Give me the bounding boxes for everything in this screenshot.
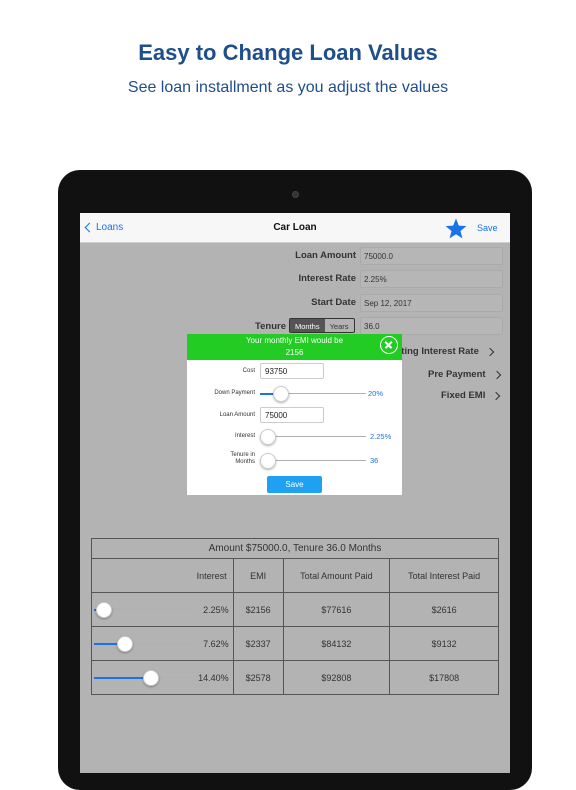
table-caption: Amount $75000.0, Tenure 36.0 Months: [91, 538, 499, 559]
tenure-years-option[interactable]: Years: [325, 319, 354, 332]
interest-label: Interest: [234, 433, 255, 439]
start-date-field[interactable]: Sep 12, 2017: [360, 294, 503, 312]
tenure-months-option[interactable]: Months: [290, 319, 325, 332]
table-row: 2.25% $2156 $77616 $2616: [91, 592, 499, 627]
navigation-bar: Loans Car Loan Save: [80, 213, 510, 243]
total-paid-cell: $77616: [282, 592, 391, 627]
down-payment-label: Down Payment: [214, 390, 255, 396]
chevron-right-icon: [492, 370, 501, 379]
cost-input[interactable]: 93750: [260, 363, 324, 379]
row-interest-slider[interactable]: [94, 670, 192, 686]
row-interest-slider[interactable]: [94, 636, 192, 652]
total-interest-cell: $2616: [389, 592, 499, 627]
cost-label: Cost: [242, 368, 255, 374]
floating-interest-rate-item[interactable]: ating Interest Rate: [396, 346, 495, 357]
interest-value: 2.25%: [370, 432, 392, 441]
interest-cell: 7.62%: [91, 626, 234, 661]
floating-interest-rate-label: ating Interest Rate: [396, 346, 479, 357]
header-interest: Interest: [91, 558, 234, 593]
fixed-emi-label: Fixed EMI: [441, 390, 486, 401]
emi-message: Your monthly EMI would be: [245, 336, 344, 345]
fixed-emi-item[interactable]: Fixed EMI: [441, 390, 501, 401]
table-row: 7.62% $2337 $84132 $9132: [91, 626, 499, 661]
emi-calculator-popup: Your monthly EMI would be 2156 Cost 9375…: [187, 334, 402, 495]
tenure-months-label: Tenure in Months: [230, 452, 255, 465]
comparison-table: Amount $75000.0, Tenure 36.0 Months Inte…: [91, 538, 499, 695]
popup-save-button[interactable]: Save: [267, 476, 322, 493]
slider-thumb[interactable]: [143, 670, 159, 686]
promo-subtitle: See loan installment as you adjust the v…: [127, 79, 449, 96]
tenure-label: Tenure: [255, 321, 286, 332]
interest-cell: 14.40%: [91, 660, 234, 695]
emi-cell: $2578: [232, 660, 284, 695]
app-screen: Loans Car Loan Save Loan Amount 75000.0 …: [80, 213, 510, 773]
down-payment-value: 20%: [368, 389, 384, 398]
pre-payment-item[interactable]: Pre Payment: [428, 369, 501, 380]
emi-amount: 2156: [285, 348, 304, 357]
tenure-field[interactable]: 36.0: [360, 317, 503, 335]
slider-thumb[interactable]: [273, 386, 289, 402]
promo-title: Easy to Change Loan Values: [138, 40, 438, 65]
star-icon[interactable]: [444, 217, 468, 241]
chevron-right-icon: [492, 391, 501, 400]
interest-rate-label: Interest Rate: [298, 273, 356, 284]
slider-thumb[interactable]: [96, 602, 112, 618]
total-paid-cell: $92808: [282, 660, 391, 695]
header-total-amount-paid: Total Amount Paid: [282, 558, 391, 593]
tenure-slider[interactable]: [260, 453, 366, 469]
slider-thumb[interactable]: [260, 453, 276, 469]
table-header-row: Interest EMI Total Amount Paid Total Int…: [91, 558, 499, 593]
camera-icon: [292, 191, 299, 198]
total-paid-cell: $84132: [282, 626, 391, 661]
start-date-label: Start Date: [311, 297, 356, 308]
total-interest-cell: $17808: [389, 660, 499, 695]
down-payment-slider[interactable]: [260, 386, 366, 402]
row-interest-value: 7.62%: [203, 639, 229, 649]
loan-amount-label: Loan Amount: [295, 250, 356, 261]
slider-thumb[interactable]: [117, 636, 133, 652]
row-interest-value: 2.25%: [203, 605, 229, 615]
interest-slider[interactable]: [260, 429, 366, 445]
slider-thumb[interactable]: [260, 429, 276, 445]
header-total-interest-paid: Total Interest Paid: [389, 558, 499, 593]
emi-cell: $2156: [232, 592, 284, 627]
interest-cell: 2.25%: [91, 592, 234, 627]
emi-cell: $2337: [232, 626, 284, 661]
save-button[interactable]: Save: [477, 223, 498, 233]
interest-rate-field[interactable]: 2.25%: [360, 270, 503, 288]
loan-amount-label: Loan Amount: [219, 412, 255, 418]
tenure-unit-toggle: Months Years: [289, 318, 355, 333]
chevron-right-icon: [485, 347, 495, 356]
pre-payment-label: Pre Payment: [428, 369, 486, 380]
close-icon[interactable]: [380, 336, 398, 354]
tenure-value: 36: [370, 456, 379, 465]
header-emi: EMI: [232, 558, 284, 593]
loan-amount-field[interactable]: 75000.0: [360, 247, 503, 265]
emi-header: Your monthly EMI would be 2156: [187, 334, 402, 360]
row-interest-slider[interactable]: [94, 602, 192, 618]
loan-amount-input[interactable]: 75000: [260, 407, 324, 423]
row-interest-value: 14.40%: [198, 673, 229, 683]
total-interest-cell: $9132: [389, 626, 499, 661]
table-row: 14.40% $2578 $92808 $17808: [91, 660, 499, 695]
